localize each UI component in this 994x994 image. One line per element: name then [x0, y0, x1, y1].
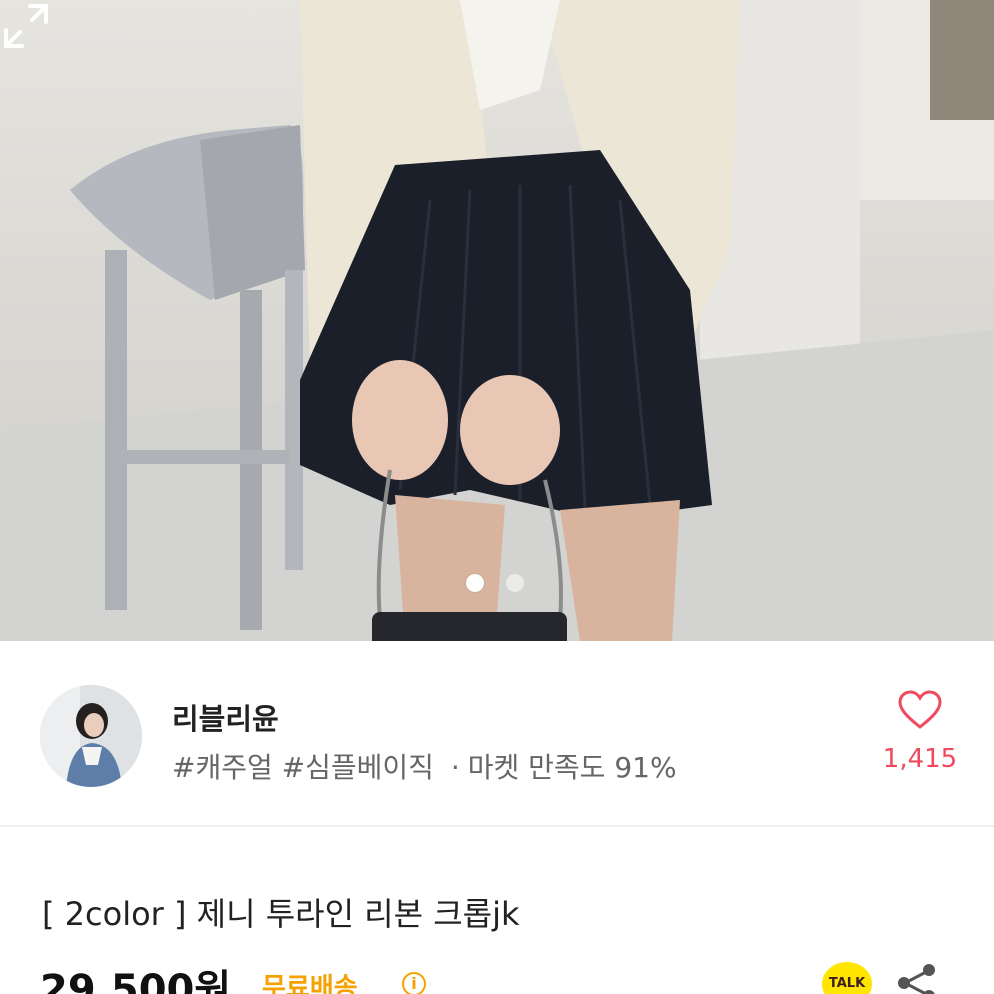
info-icon[interactable]: i — [402, 972, 426, 994]
seller-tag[interactable]: #심플베이직 — [282, 751, 434, 784]
tag-separator: · — [450, 751, 460, 784]
like-button[interactable] — [872, 690, 968, 734]
share-icon[interactable] — [895, 963, 939, 994]
product-photo — [0, 0, 994, 641]
market-satisfaction: 마켓 만족도 91% — [467, 751, 677, 784]
seller-avatar[interactable] — [40, 685, 142, 787]
product-image[interactable] — [0, 0, 994, 641]
kakao-talk-button[interactable]: TALK — [822, 962, 872, 994]
talk-label: TALK — [828, 976, 866, 991]
pagination-dot[interactable] — [506, 574, 524, 592]
seller-name[interactable]: 리블리윤 — [172, 696, 279, 738]
product-title: [ 2color ] 제니 투라인 리본 크롭jk — [42, 895, 520, 933]
seller-tags: #캐주얼 #심플베이직 · 마켓 만족도 91% — [172, 746, 677, 786]
expand-icon[interactable] — [0, 0, 52, 52]
seller-section[interactable] — [0, 641, 994, 827]
heart-icon — [898, 690, 942, 729]
product-price: 29,500원 — [40, 967, 232, 994]
seller-tag[interactable]: #캐주얼 — [172, 751, 273, 784]
gallery-pagination — [466, 574, 524, 592]
free-shipping-label: 무료배송 — [262, 973, 358, 994]
pagination-dot-active[interactable] — [466, 574, 484, 592]
like-count: 1,415 — [882, 744, 958, 774]
avatar-image — [40, 685, 142, 787]
